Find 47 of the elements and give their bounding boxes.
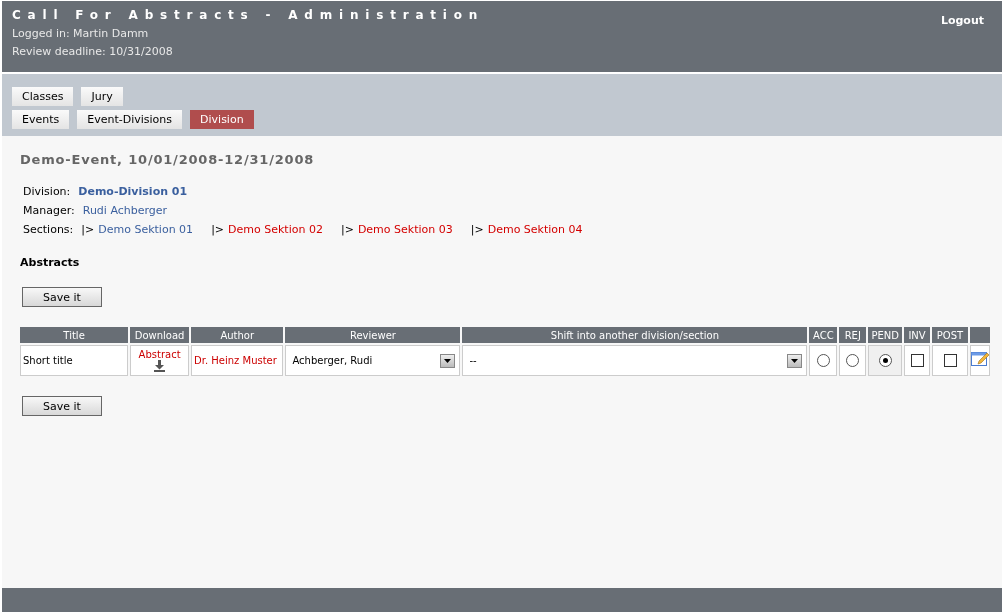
save-button[interactable]: Save it bbox=[22, 396, 102, 416]
manager-link[interactable]: Rudi Achberger bbox=[82, 204, 168, 217]
section-link[interactable]: Demo Sektion 01 bbox=[98, 223, 194, 236]
sections-label: Sections: bbox=[23, 223, 74, 236]
nav-tab[interactable]: Jury bbox=[81, 87, 123, 106]
status-radio[interactable] bbox=[878, 354, 892, 368]
nav-tab[interactable]: Events bbox=[12, 110, 70, 129]
section-link[interactable]: Demo Sektion 03 bbox=[357, 223, 453, 236]
section-link[interactable]: Demo Sektion 04 bbox=[487, 223, 583, 236]
save-button[interactable]: Save it bbox=[22, 287, 102, 307]
section-marker: |> bbox=[340, 223, 354, 236]
division-label: Division: bbox=[23, 185, 71, 198]
column-header: PEND bbox=[868, 327, 903, 343]
status-radio[interactable] bbox=[846, 354, 860, 368]
column-header: Download bbox=[130, 327, 190, 343]
nav-tab[interactable]: Division bbox=[190, 110, 254, 129]
table-cell: Short title bbox=[20, 345, 129, 376]
column-header bbox=[970, 327, 990, 343]
app-title: Call For Abstracts - Administration bbox=[12, 8, 485, 22]
column-header: ACC bbox=[809, 327, 838, 343]
column-header: POST bbox=[932, 327, 968, 343]
deadline-text: Review deadline: 10/31/2008 bbox=[12, 45, 174, 58]
abstracts-heading: Abstracts bbox=[20, 256, 81, 269]
status-radio[interactable] bbox=[816, 354, 830, 368]
edit-icon[interactable] bbox=[971, 351, 989, 367]
caret-icon[interactable] bbox=[444, 358, 452, 363]
column-header: Author bbox=[191, 327, 284, 343]
section-marker: |> bbox=[470, 223, 484, 236]
section-marker: |> bbox=[81, 223, 95, 236]
logout-link[interactable]: Logout bbox=[940, 14, 984, 72]
caret-icon[interactable] bbox=[791, 358, 799, 363]
column-header: REJ bbox=[839, 327, 867, 343]
nav-tab[interactable]: Event-Divisions bbox=[77, 110, 183, 129]
section-link[interactable]: Demo Sektion 02 bbox=[228, 223, 323, 236]
event-title: Demo-Event, 10/01/2008-12/31/2008 bbox=[20, 152, 316, 167]
logged-in-text: Logged in: Martin Damm bbox=[12, 27, 150, 40]
column-header: Shift into another division/section bbox=[462, 327, 808, 343]
nav-tab[interactable]: Classes bbox=[12, 87, 74, 106]
manager-label: Manager: bbox=[23, 204, 75, 217]
column-header: Reviewer bbox=[285, 327, 461, 343]
division-link[interactable]: Demo-Division 01 bbox=[78, 185, 188, 198]
status-checkbox[interactable] bbox=[943, 354, 957, 368]
column-header: INV bbox=[904, 327, 930, 343]
column-header: Title bbox=[20, 327, 129, 343]
section-marker: |> bbox=[211, 223, 225, 236]
download-icon[interactable] bbox=[154, 360, 166, 372]
status-checkbox[interactable] bbox=[910, 354, 924, 368]
